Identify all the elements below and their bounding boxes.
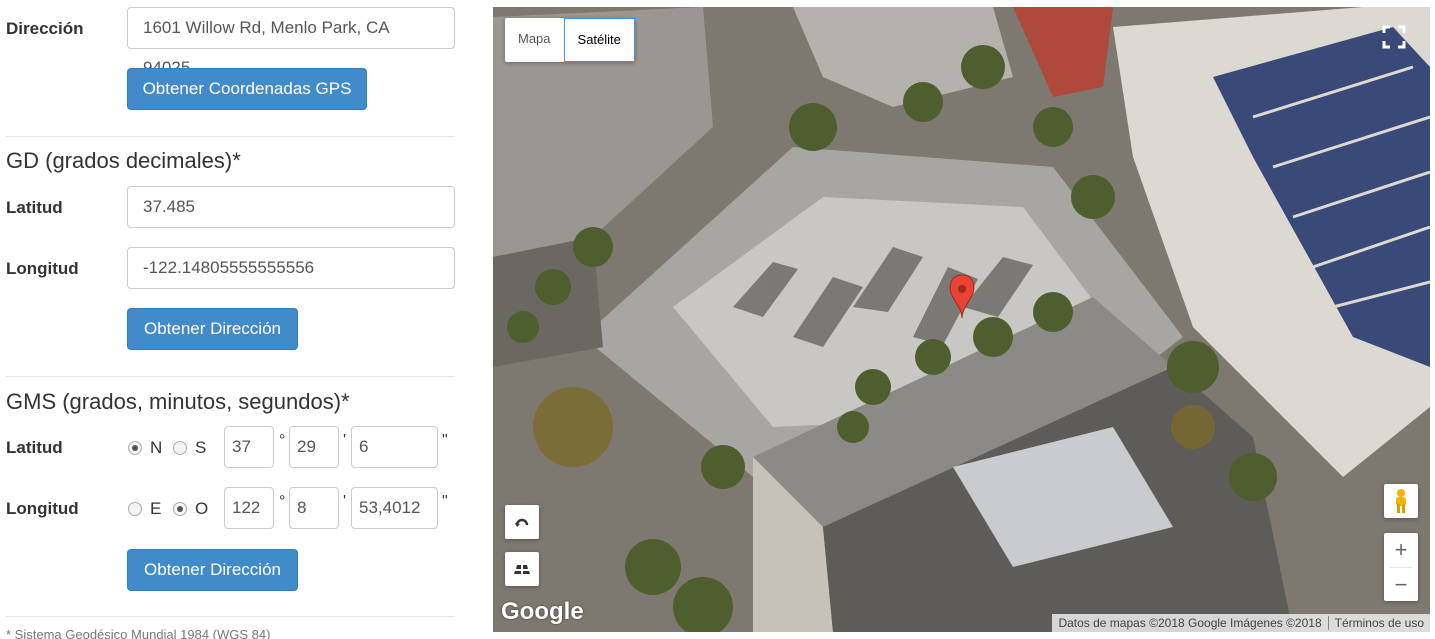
gms-latitude-minutes-input[interactable]: 29 bbox=[289, 426, 339, 468]
map-type-map-button[interactable]: Mapa bbox=[505, 18, 564, 62]
rotate-map-button[interactable] bbox=[505, 505, 539, 539]
address-input[interactable]: 1601 Willow Rd, Menlo Park, CA 94025 bbox=[127, 7, 455, 77]
rotate-icon bbox=[515, 518, 529, 527]
divider bbox=[6, 616, 455, 617]
degree-symbol: ° bbox=[279, 493, 286, 510]
pegman-icon bbox=[1396, 489, 1406, 513]
tilt-icon bbox=[514, 565, 530, 574]
coordinates-form: Dirección 1601 Willow Rd, Menlo Park, CA… bbox=[0, 0, 470, 639]
terms-link[interactable]: Términos de uso bbox=[1335, 614, 1424, 632]
fullscreen-button[interactable] bbox=[1374, 17, 1414, 57]
street-view-pegman-button[interactable] bbox=[1384, 484, 1418, 518]
map-view[interactable]: Mapa Satélite + − Google Datos de mapas … bbox=[493, 7, 1430, 632]
gms-longitude-seconds-input[interactable]: 53,4012 bbox=[351, 487, 438, 529]
radio-west[interactable] bbox=[173, 502, 187, 516]
gd-get-address-button[interactable]: Obtener Dirección bbox=[127, 308, 298, 350]
zoom-out-button[interactable]: − bbox=[1395, 568, 1408, 601]
tilt-map-button[interactable] bbox=[505, 552, 539, 586]
gms-longitude-degrees-input[interactable]: 122 bbox=[224, 487, 274, 529]
gms-longitude-minutes-input[interactable]: 8 bbox=[289, 487, 339, 529]
gms-heading: GMS (grados, minutos, segundos)* bbox=[6, 389, 350, 414]
minute-symbol: ' bbox=[343, 493, 347, 510]
map-attribution: Datos de mapas ©2018 Google Imágenes ©20… bbox=[1052, 614, 1430, 632]
radio-south-label: S bbox=[195, 438, 207, 457]
minute-symbol: ' bbox=[343, 432, 347, 449]
second-symbol: " bbox=[442, 493, 448, 510]
divider bbox=[6, 136, 455, 137]
gms-latitude-seconds-input[interactable]: 6 bbox=[351, 426, 438, 468]
zoom-control: + − bbox=[1384, 533, 1418, 601]
radio-north-label: N bbox=[150, 438, 163, 457]
radio-east-label: E bbox=[150, 499, 162, 518]
gd-longitude-label: Longitud bbox=[6, 259, 79, 278]
gms-latitude-degrees-input[interactable]: 37 bbox=[224, 426, 274, 468]
fullscreen-icon bbox=[1382, 25, 1406, 49]
footnote: * Sistema Geodésico Mundial 1984 (WGS 84… bbox=[6, 627, 271, 639]
gd-latitude-label: Latitud bbox=[6, 198, 63, 217]
radio-east[interactable] bbox=[128, 502, 142, 516]
gd-latitude-input[interactable]: 37.485 bbox=[127, 186, 455, 228]
degree-symbol: ° bbox=[279, 432, 286, 449]
google-logo: Google bbox=[501, 598, 584, 625]
radio-north[interactable] bbox=[128, 441, 142, 455]
radio-west-label: O bbox=[195, 499, 209, 518]
divider bbox=[1327, 616, 1329, 630]
get-gps-coordinates-button[interactable]: Obtener Coordenadas GPS bbox=[127, 68, 367, 110]
divider bbox=[6, 376, 455, 377]
map-type-satellite-button[interactable]: Satélite bbox=[563, 18, 635, 62]
gms-get-address-button[interactable]: Obtener Dirección bbox=[127, 549, 298, 591]
second-symbol: " bbox=[442, 432, 448, 449]
radio-south[interactable] bbox=[173, 441, 187, 455]
attribution-text: Datos de mapas ©2018 Google Imágenes ©20… bbox=[1058, 616, 1322, 630]
map-type-control: Mapa Satélite bbox=[505, 18, 635, 62]
gd-longitude-input[interactable]: -122.14805555555556 bbox=[127, 247, 455, 289]
satellite-imagery bbox=[493, 7, 1430, 632]
gms-latitude-label: Latitud bbox=[6, 438, 63, 457]
gd-heading: GD (grados decimales)* bbox=[6, 148, 241, 173]
address-label: Dirección bbox=[6, 19, 84, 38]
zoom-in-button[interactable]: + bbox=[1395, 533, 1408, 567]
gms-longitude-label: Longitud bbox=[6, 499, 79, 518]
